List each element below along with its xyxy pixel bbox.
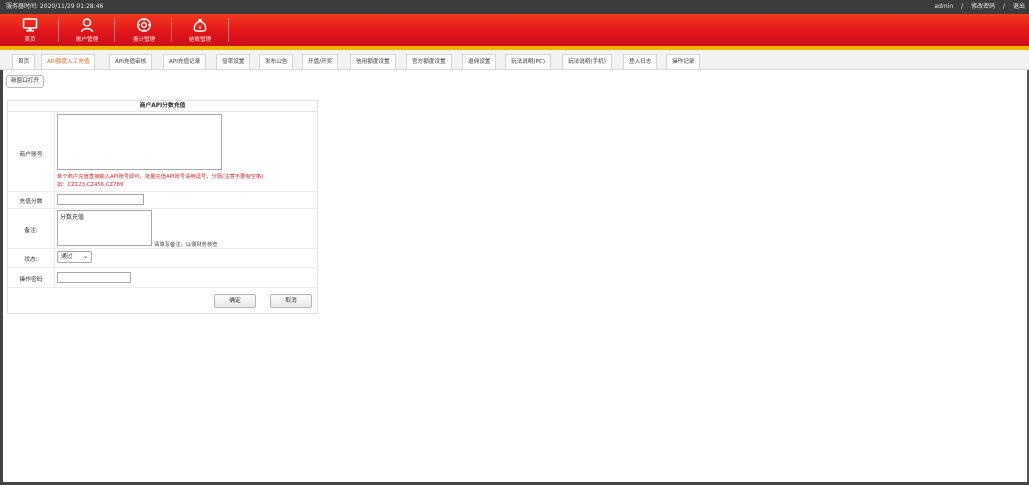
tab-rules-pc[interactable]: 玩法说明(PC) xyxy=(505,54,552,69)
chevron-down-icon: ⌄ xyxy=(82,253,88,260)
account-hint-line: 单个商户充值直接输入API账号即可，批量充值API账号请用逗号，分隔(注意不要有… xyxy=(57,174,264,180)
tab-operation-log[interactable]: 操作记录 xyxy=(666,54,701,69)
remark-label: 备注: xyxy=(24,228,38,234)
account-label: 商户账号 xyxy=(19,152,43,158)
status-value: 通过 xyxy=(61,254,73,260)
score-label: 充值分数 xyxy=(19,199,43,205)
nav-item-settlement[interactable]: ¥ 结账管理 xyxy=(172,14,228,46)
svg-text:¥: ¥ xyxy=(198,25,202,31)
monitor-icon xyxy=(22,18,38,32)
tab-api-manual-recharge[interactable]: API额度入工充值 xyxy=(41,54,96,69)
gear-icon xyxy=(137,18,151,32)
money-bag-icon: ¥ xyxy=(193,19,207,32)
new-window-button[interactable]: 新窗口打开 xyxy=(6,75,44,88)
tab-login-log[interactable]: 登入日志 xyxy=(623,54,658,69)
tab-publish-notice[interactable]: 发布公告 xyxy=(259,54,294,69)
nav-item-home[interactable]: 首页 xyxy=(2,14,58,46)
nav-label: 首页 xyxy=(24,37,36,43)
account-hint: 单个商户充值直接输入API账号即可，批量充值API账号请用逗号，分隔(注意不要有… xyxy=(57,173,319,189)
tab-odds-settings[interactable]: 倍率设置 xyxy=(216,54,251,69)
score-input[interactable] xyxy=(57,194,144,205)
top-info-bar: 服务器时间: 2020/11/29 01:28:46 admin / 修改密码 … xyxy=(0,0,1029,14)
tab-rebate-settings[interactable]: 退佣设置 xyxy=(462,54,497,69)
tab-credit-limit[interactable]: 信用额度设置 xyxy=(350,54,396,69)
username: admin xyxy=(934,3,954,10)
cancel-button[interactable]: 取消 xyxy=(270,294,312,308)
tab-rules-mobile[interactable]: 玩法说明(手机) xyxy=(562,54,612,69)
user-icon xyxy=(80,18,94,33)
form-title: 商户API分数充值 xyxy=(8,101,317,112)
nav-label: 报计管理 xyxy=(132,37,155,43)
nav-label: 账户管理 xyxy=(75,37,98,43)
password-input[interactable] xyxy=(57,272,131,283)
separator: / xyxy=(1003,3,1006,10)
nav-item-reports[interactable]: 报计管理 xyxy=(116,14,172,46)
remark-note: 请填写备注，以便财务核查 xyxy=(154,242,218,248)
change-password-link[interactable]: 修改密码 xyxy=(971,3,995,10)
account-hint-example: 如：CZ123,CZ456,CZ789 xyxy=(57,182,124,188)
tab-home[interactable]: 首页 xyxy=(12,54,36,69)
server-time: 服务器时间: 2020/11/29 01:28:46 xyxy=(6,3,104,10)
separator: / xyxy=(961,3,964,10)
confirm-button[interactable]: 确定 xyxy=(214,294,256,308)
nav-label: 结账管理 xyxy=(188,37,211,43)
password-label: 操作密码 xyxy=(19,277,43,283)
main-nav: 首页 账户管理 报计管理 ¥ 结账管理 xyxy=(0,14,1029,46)
window-edge-left xyxy=(0,70,3,485)
recharge-form: 商户API分数充值 商户账号 单个商户充值直接输入API账号即可，批量充值API… xyxy=(7,100,318,314)
nav-item-accounts[interactable]: 账户管理 xyxy=(59,14,115,46)
tab-official-limit[interactable]: 官方额度设置 xyxy=(406,54,452,69)
remark-textarea[interactable]: 分数充值 xyxy=(57,210,152,246)
user-menu: admin / 修改密码 / 退出 xyxy=(928,0,1025,14)
tabs-bar: 首页 API额度入工充值 API充值审核 API充值记录 倍率设置 发布公告 开… xyxy=(0,50,1029,70)
tab-api-recharge-records[interactable]: API充值记录 xyxy=(163,54,207,69)
status-select[interactable]: 通过 ⌄ xyxy=(57,251,92,263)
tab-api-recharge-review[interactable]: API充值审核 xyxy=(109,54,153,69)
logout-link[interactable]: 退出 xyxy=(1013,3,1025,10)
status-label: 状态: xyxy=(24,257,38,263)
tab-open-draw[interactable]: 开盘/开奖 xyxy=(302,54,339,69)
account-textarea[interactable] xyxy=(57,114,222,170)
